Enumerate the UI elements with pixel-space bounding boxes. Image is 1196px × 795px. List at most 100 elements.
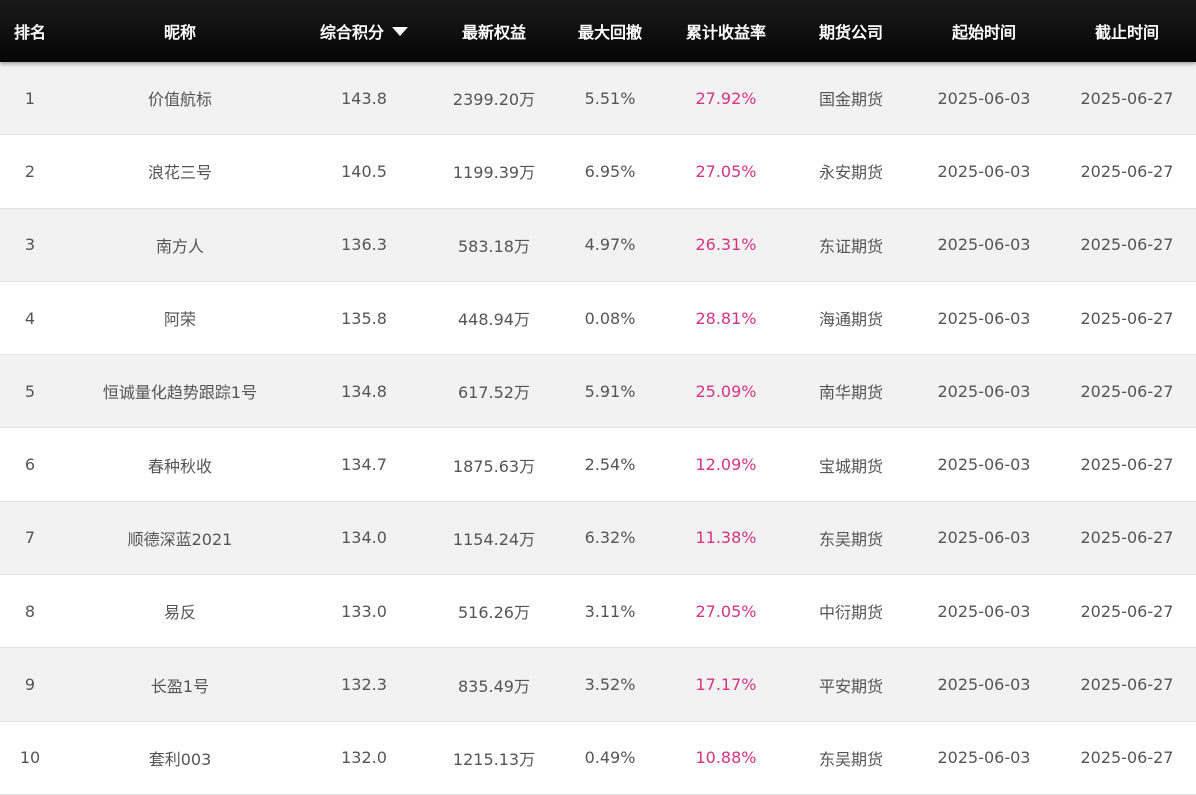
cell-drawdown: 0.49% <box>584 748 636 768</box>
cell-score: 133.0 <box>341 601 387 621</box>
cell-start: 2025-06-03 <box>937 455 1031 475</box>
table-body: 1 价值航标 143.8 2399.20万 5.51% 27.92% 国金期货 … <box>0 62 1196 795</box>
cell-equity: 2399.20万 <box>452 90 536 110</box>
cell-start: 2025-06-03 <box>937 601 1031 621</box>
table-row[interactable]: 7 顺德深蓝2021 134.0 1154.24万 6.32% 11.38% 东… <box>0 501 1196 576</box>
cell-nickname[interactable]: 价值航标 <box>60 62 300 134</box>
cell-return: 17.17% <box>695 675 757 695</box>
ranking-table: 排名 昵称 综合积分 最新权益 最大回撤 累计收益率 期货公司 起始时间 截止时… <box>0 0 1196 795</box>
cell-return: 28.81% <box>695 308 757 328</box>
cell-rank: 2 <box>24 161 36 181</box>
cell-nickname[interactable]: 恒诚量化趋势跟踪1号 <box>60 355 300 427</box>
cell-start: 2025-06-03 <box>937 528 1031 548</box>
cell-start: 2025-06-03 <box>937 381 1031 401</box>
cell-return: 12.09% <box>695 455 757 475</box>
cell-start: 2025-06-03 <box>937 748 1031 768</box>
cell-broker: 海通期货 <box>818 310 883 330</box>
cell-equity: 617.52万 <box>458 383 530 403</box>
table-row[interactable]: 4 阿荣 135.8 448.94万 0.08% 28.81% 海通期货 202… <box>0 281 1196 356</box>
header-rank[interactable]: 排名 <box>0 19 60 43</box>
cell-nickname[interactable]: 套利003 <box>60 722 300 794</box>
cell-nickname[interactable]: 易反 <box>60 575 300 647</box>
cell-return: 26.31% <box>695 235 757 255</box>
cell-score: 135.8 <box>341 308 387 328</box>
cell-end: 2025-06-27 <box>1080 235 1174 255</box>
cell-nickname[interactable]: 浪花三号 <box>60 135 300 207</box>
cell-broker: 永安期货 <box>818 163 883 183</box>
header-start[interactable]: 起始时间 <box>910 19 1058 43</box>
header-score-label: 综合积分 <box>319 23 384 42</box>
cell-rank: 9 <box>24 675 36 695</box>
cell-equity: 835.49万 <box>458 676 530 696</box>
cell-broker: 东吴期货 <box>818 529 883 549</box>
cell-score: 136.3 <box>341 235 387 255</box>
cell-end: 2025-06-27 <box>1080 528 1174 548</box>
cell-score: 143.8 <box>341 88 387 108</box>
header-drawdown[interactable]: 最大回撤 <box>560 19 660 43</box>
cell-broker: 东证期货 <box>818 236 883 256</box>
cell-return: 11.38% <box>695 528 757 548</box>
cell-drawdown: 3.52% <box>584 675 636 695</box>
cell-broker: 中衍期货 <box>818 603 883 623</box>
cell-broker: 平安期货 <box>818 676 883 696</box>
cell-nickname[interactable]: 春种秋收 <box>60 428 300 500</box>
cell-drawdown: 5.51% <box>584 88 636 108</box>
cell-rank: 4 <box>24 308 36 328</box>
cell-equity: 583.18万 <box>458 236 530 256</box>
cell-score: 132.3 <box>341 675 387 695</box>
caret-down-icon[interactable] <box>392 26 408 36</box>
cell-drawdown: 4.97% <box>584 235 636 255</box>
cell-score: 134.7 <box>341 455 387 475</box>
table-row[interactable]: 10 套利003 132.0 1215.13万 0.49% 10.88% 东吴期… <box>0 721 1196 795</box>
cell-rank: 7 <box>24 528 36 548</box>
header-nickname[interactable]: 昵称 <box>60 19 300 43</box>
cell-score: 132.0 <box>341 748 387 768</box>
cell-score: 134.8 <box>341 381 387 401</box>
cell-start: 2025-06-03 <box>937 675 1031 695</box>
cell-nickname[interactable]: 顺德深蓝2021 <box>60 502 300 574</box>
cell-nickname[interactable]: 南方人 <box>60 209 300 281</box>
table-row[interactable]: 9 长盈1号 132.3 835.49万 3.52% 17.17% 平安期货 2… <box>0 648 1196 722</box>
cell-drawdown: 6.32% <box>584 528 636 548</box>
cell-equity: 516.26万 <box>458 603 530 623</box>
cell-return: 10.88% <box>695 748 757 768</box>
cell-broker: 南华期货 <box>818 383 883 403</box>
cell-return: 27.05% <box>695 601 757 621</box>
cell-end: 2025-06-27 <box>1080 675 1174 695</box>
cell-rank: 5 <box>24 381 36 401</box>
cell-end: 2025-06-27 <box>1080 88 1174 108</box>
table-row[interactable]: 3 南方人 136.3 583.18万 4.97% 26.31% 东证期货 20… <box>0 208 1196 282</box>
cell-end: 2025-06-27 <box>1080 455 1174 475</box>
cell-end: 2025-06-27 <box>1080 748 1174 768</box>
cell-drawdown: 2.54% <box>584 455 636 475</box>
cell-start: 2025-06-03 <box>937 161 1031 181</box>
cell-return: 25.09% <box>695 381 757 401</box>
cell-drawdown: 3.11% <box>584 601 636 621</box>
cell-rank: 8 <box>24 601 36 621</box>
table-row[interactable]: 2 浪花三号 140.5 1199.39万 6.95% 27.05% 永安期货 … <box>0 135 1196 209</box>
cell-nickname[interactable]: 长盈1号 <box>60 648 300 720</box>
cell-drawdown: 5.91% <box>584 381 636 401</box>
cell-nickname[interactable]: 阿荣 <box>60 282 300 354</box>
table-row[interactable]: 8 易反 133.0 516.26万 3.11% 27.05% 中衍期货 202… <box>0 575 1196 649</box>
table-row[interactable]: 5 恒诚量化趋势跟踪1号 134.8 617.52万 5.91% 25.09% … <box>0 355 1196 429</box>
table-row[interactable]: 1 价值航标 143.8 2399.20万 5.51% 27.92% 国金期货 … <box>0 62 1196 136</box>
cell-equity: 1199.39万 <box>452 163 536 183</box>
header-score[interactable]: 综合积分 <box>300 19 428 43</box>
cell-end: 2025-06-27 <box>1080 381 1174 401</box>
cell-broker: 国金期货 <box>818 90 883 110</box>
header-broker[interactable]: 期货公司 <box>792 19 910 43</box>
cell-rank: 3 <box>24 235 36 255</box>
cell-drawdown: 6.95% <box>584 161 636 181</box>
header-end[interactable]: 截止时间 <box>1058 19 1196 43</box>
header-return[interactable]: 累计收益率 <box>660 19 792 43</box>
table-row[interactable]: 6 春种秋收 134.7 1875.63万 2.54% 12.09% 宝城期货 … <box>0 428 1196 502</box>
cell-end: 2025-06-27 <box>1080 161 1174 181</box>
cell-rank: 10 <box>19 748 41 768</box>
cell-score: 140.5 <box>341 161 387 181</box>
cell-equity: 448.94万 <box>458 310 530 330</box>
header-equity[interactable]: 最新权益 <box>428 19 560 43</box>
cell-equity: 1875.63万 <box>452 456 536 476</box>
cell-rank: 1 <box>24 88 36 108</box>
cell-score: 134.0 <box>341 528 387 548</box>
